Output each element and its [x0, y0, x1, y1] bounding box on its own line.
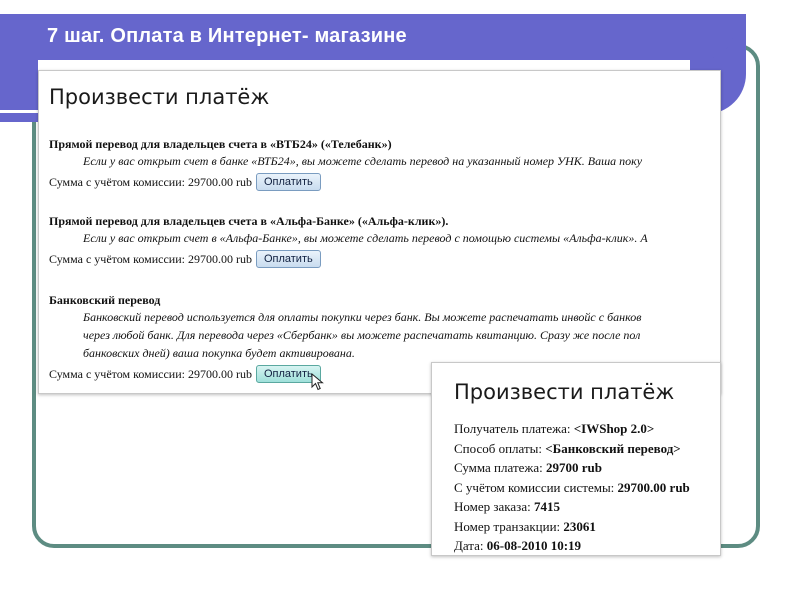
payment-confirmation-screenshot: Произвести платёж Получатель платежа: <I… [431, 362, 721, 556]
pay-button-alfa[interactable]: Оплатить [255, 250, 321, 268]
payment-page-heading: Произвести платёж [49, 85, 270, 109]
confirmation-heading: Произвести платёж [454, 380, 675, 404]
payment-amount-text: Сумма с учётом комиссии: 29700.00 rub [49, 366, 252, 381]
payment-amount-text: Сумма с учётом комиссии: 29700.00 rub [49, 174, 252, 189]
detail-row-method: Способ оплаты: <Банковский перевод> [454, 440, 681, 456]
detail-row-transaction: Номер транзакции: 23061 [454, 518, 596, 534]
payment-option-alfa: Прямой перевод для владельцев счета в «А… [49, 214, 720, 268]
detail-row-amount: Сумма платежа: 29700 rub [454, 460, 602, 475]
payment-option-description: Если у вас открыт счет в банке «ВТБ24», … [83, 154, 643, 168]
payment-option-description: банковских дней) ваша покупка будет акти… [83, 346, 355, 360]
payment-option-title: Прямой перевод для владельцев счета в «А… [49, 214, 449, 228]
slide-title: 7 шаг. Оплата в Интернет- магазине [47, 25, 407, 47]
detail-row-commission: С учётом комиссии системы: 29700.00 rub [454, 479, 690, 495]
payment-page-screenshot: Произвести платёж Прямой перевод для вла… [38, 70, 721, 394]
slide-header: 7 шаг. Оплата в Интернет- магазине [0, 14, 735, 60]
confirmation-details: Получатель платежа: <IWShop 2.0> Способ … [454, 419, 690, 556]
payment-option-description: Банковский перевод используется для опла… [83, 310, 642, 324]
payment-amount-row: Сумма с учётом комиссии: 29700.00 rub Оп… [49, 173, 720, 191]
payment-option-description: через любой банк. Для перевода через «Сб… [83, 328, 641, 342]
left-divider [0, 110, 38, 113]
payment-option-title: Прямой перевод для владельцев счета в «В… [49, 137, 392, 151]
pay-button-vtb24[interactable]: Оплатить [255, 173, 321, 191]
payment-option-title: Банковский перевод [49, 293, 161, 307]
payment-option-description: Если у вас открыт счет в «Альфа-Банке», … [83, 231, 648, 245]
mouse-cursor-icon [311, 373, 324, 391]
detail-row-date: Дата: 06-08-2010 10:19 [454, 538, 582, 553]
payment-option-vtb24: Прямой перевод для владельцев счета в «В… [49, 137, 720, 191]
payment-amount-text: Сумма с учётом комиссии: 29700.00 rub [49, 251, 252, 266]
payment-amount-row: Сумма с учётом комиссии: 29700.00 rub Оп… [49, 250, 720, 268]
detail-row-recipient: Получатель платежа: <IWShop 2.0> [454, 421, 655, 436]
detail-row-order: Номер заказа: 7415 [454, 499, 560, 514]
